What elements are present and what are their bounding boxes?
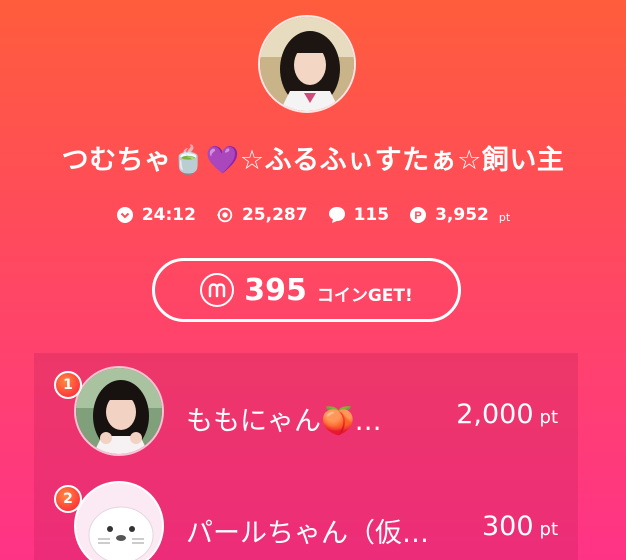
stat-viewers: 25,287 <box>216 205 308 225</box>
rank-badge: 1 <box>54 371 82 399</box>
stat-elapsed-time: 24:12 <box>116 205 196 225</box>
coin-get-button[interactable]: 395 コインGET! <box>152 258 461 322</box>
stat-value: 3,952 <box>435 205 489 225</box>
user-name: パールちゃん（仮… <box>186 518 426 549</box>
broadcaster-avatar[interactable] <box>258 15 356 113</box>
stat-points: P 3,952 pt <box>409 205 510 225</box>
stat-value: 24:12 <box>141 205 196 225</box>
ranking-row[interactable]: 1 ももにゃん🍑… 2,000 pt <box>34 361 578 461</box>
coin-icon <box>200 273 235 307</box>
gift-ranking: 1 ももにゃん🍑… 2,000 pt 2 パールちゃん（仮… 300 pt <box>34 353 578 560</box>
svg-text:P: P <box>414 210 421 222</box>
user-name: ももにゃん🍑… <box>186 406 382 437</box>
coin-amount: 395 <box>244 272 307 308</box>
points-icon: P <box>409 206 427 224</box>
user-avatar <box>74 366 164 456</box>
points-value: 300 <box>481 511 534 542</box>
user-points: 2,000 pt <box>456 399 558 430</box>
stat-value: 25,287 <box>241 205 308 225</box>
broadcaster-title: つむちゃ🍵💜☆ふるふぃすたぁ☆飼い主 <box>61 145 565 176</box>
comment-icon <box>328 206 346 224</box>
clock-icon <box>116 206 134 224</box>
viewers-icon <box>216 206 234 224</box>
user-avatar <box>74 481 164 560</box>
stats-bar: 24:12 25,287 115 P 3,952 pt <box>0 205 626 225</box>
coin-label: コインGET! <box>316 285 413 306</box>
stat-comments: 115 <box>328 205 390 225</box>
points-value: 2,000 <box>456 399 534 430</box>
points-unit: pt <box>539 407 558 428</box>
points-unit: pt <box>539 519 558 540</box>
user-points: 300 pt <box>482 511 558 542</box>
stat-value: 115 <box>353 205 390 225</box>
rank-badge: 2 <box>54 485 82 513</box>
stat-unit: pt <box>498 210 511 224</box>
ranking-row[interactable]: 2 パールちゃん（仮… 300 pt <box>34 473 578 560</box>
